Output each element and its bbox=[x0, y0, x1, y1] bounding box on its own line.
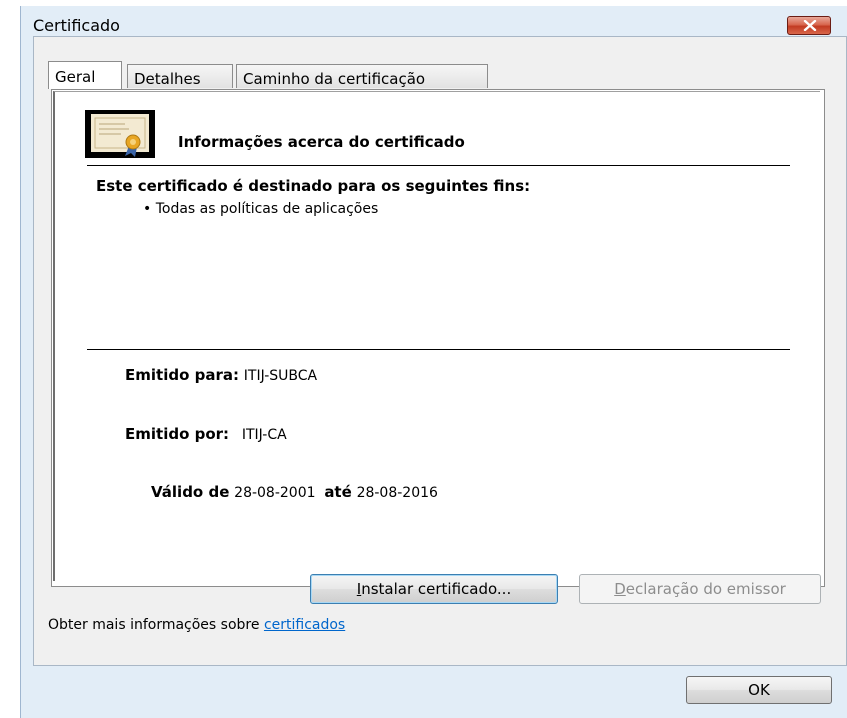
certificate-icon bbox=[85, 110, 155, 158]
certificate-dialog: Certificado Geral Detalhes Caminho da ce… bbox=[20, 6, 847, 718]
issued-to-label: Emitido para: bbox=[125, 366, 239, 384]
tab-geral[interactable]: Geral bbox=[48, 61, 122, 89]
issued-by-row: Emitido por: ITIJ-CA bbox=[125, 425, 287, 443]
issued-by-label: Emitido por: bbox=[125, 425, 230, 443]
valid-from-value: 28-08-2001 bbox=[234, 485, 316, 501]
issued-to-value: ITIJ-SUBCA bbox=[243, 368, 318, 384]
issuer-statement-button[interactable]: Declaração do emissor bbox=[579, 574, 821, 604]
close-icon bbox=[803, 20, 817, 31]
tab-caminho-da-certificacao[interactable]: Caminho da certificação bbox=[236, 64, 488, 88]
install-label: nstalar certificado... bbox=[361, 580, 512, 598]
valid-to-value: 28-08-2016 bbox=[356, 485, 438, 501]
purpose-list-item: • Todas as políticas de aplicações bbox=[143, 201, 378, 217]
tab-label: Geral bbox=[55, 68, 96, 86]
title-bar[interactable]: Certificado bbox=[21, 6, 847, 40]
purpose-title: Este certificado é destinado para os seg… bbox=[96, 177, 531, 195]
dialog-body: Geral Detalhes Caminho da certificação I… bbox=[33, 36, 847, 666]
more-info-text: Obter mais informações sobre bbox=[48, 617, 260, 633]
purpose-text: Todas as políticas de aplicações bbox=[155, 201, 379, 217]
ok-button[interactable]: OK bbox=[686, 676, 832, 704]
certificate-info-heading: Informações acerca do certificado bbox=[178, 133, 465, 151]
tab-label: Caminho da certificação bbox=[243, 70, 426, 88]
certificate-info-box: Informações acerca do certificado Este c… bbox=[53, 91, 820, 581]
tab-label: Detalhes bbox=[134, 70, 201, 88]
tab-detalhes[interactable]: Detalhes bbox=[127, 64, 233, 88]
close-button[interactable] bbox=[787, 16, 831, 35]
window-title: Certificado bbox=[33, 16, 120, 35]
issuer-hotkey: D bbox=[614, 580, 626, 598]
issuer-label: eclaração do emissor bbox=[625, 580, 786, 598]
issued-by-value: ITIJ-CA bbox=[241, 427, 287, 443]
bullet: • bbox=[143, 201, 156, 217]
issued-to-row: Emitido para: ITIJ-SUBCA bbox=[125, 366, 317, 384]
valid-to-label: até bbox=[324, 483, 352, 501]
valid-from-label: Válido de bbox=[151, 483, 230, 501]
install-certificate-button[interactable]: Instalar certificado... bbox=[310, 574, 558, 604]
heading-divider bbox=[87, 165, 790, 166]
more-info-row: Obter mais informações sobre certificado… bbox=[48, 617, 345, 633]
validity-row: Válido de 28-08-2001 até 28-08-2016 bbox=[151, 483, 438, 501]
general-tab-panel: Informações acerca do certificado Este c… bbox=[51, 89, 825, 604]
certificates-link[interactable]: certificados bbox=[264, 617, 345, 633]
details-divider bbox=[87, 349, 790, 350]
